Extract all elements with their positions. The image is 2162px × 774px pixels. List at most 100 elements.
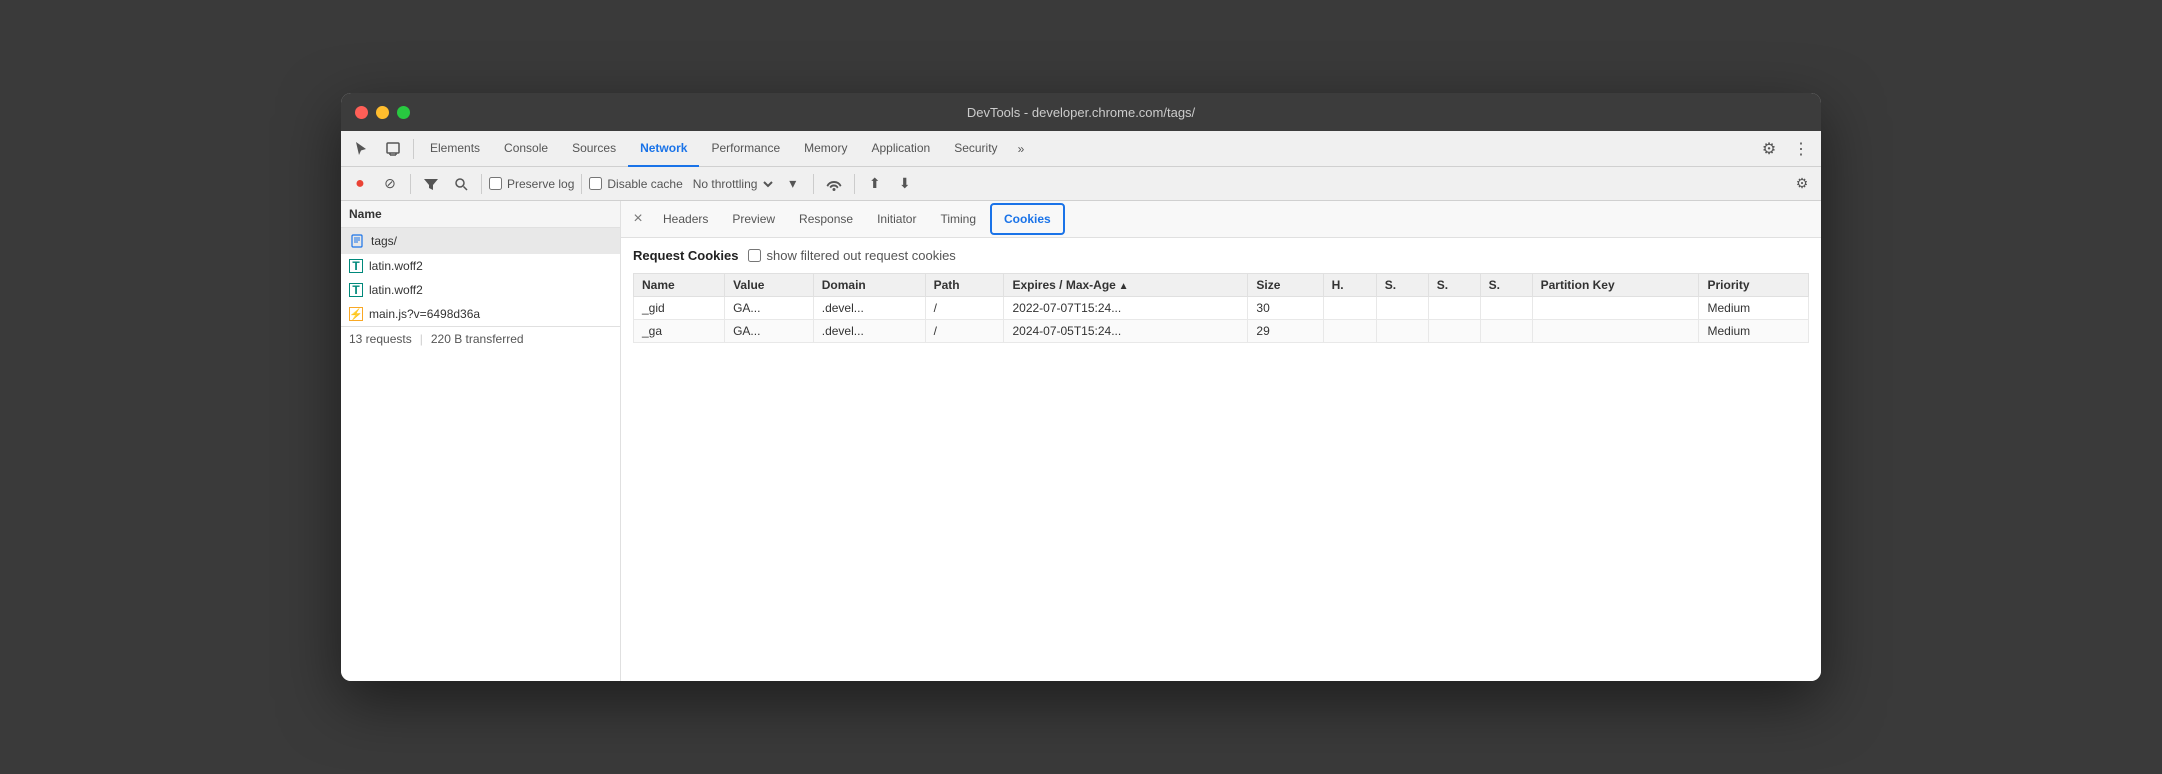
show-filtered-input[interactable] — [748, 249, 761, 262]
upload-icon[interactable]: ⬆ — [862, 171, 888, 197]
tab-timing[interactable]: Timing — [928, 203, 988, 235]
tab-network[interactable]: Network — [628, 131, 699, 167]
tab-separator-1 — [413, 139, 414, 159]
download-icon[interactable]: ⬇ — [892, 171, 918, 197]
tab-headers[interactable]: Headers — [651, 203, 720, 235]
network-toolbar: ● ⊘ Preserve log Disable cache No thrott… — [341, 167, 1821, 201]
cell-s3 — [1480, 297, 1532, 320]
disable-cache-input[interactable] — [589, 177, 602, 190]
sidebar-item-tags[interactable]: tags/ — [341, 228, 620, 254]
disable-cache-checkbox[interactable]: Disable cache — [589, 177, 682, 191]
filter-icon[interactable] — [418, 171, 444, 197]
col-value[interactable]: Value — [725, 274, 814, 297]
inspect-icon[interactable] — [378, 134, 408, 164]
sidebar-item-latin2[interactable]: T latin.woff2 — [341, 278, 620, 302]
toolbar-separator-1 — [410, 174, 411, 194]
cell-s1 — [1376, 297, 1428, 320]
col-s1[interactable]: S. — [1376, 274, 1428, 297]
tab-initiator[interactable]: Initiator — [865, 203, 928, 235]
table-row[interactable]: _gaGA....devel.../2024-07-05T15:24...29M… — [634, 320, 1809, 343]
cookies-table: Name Value Domain Path Expires / Max-Age… — [633, 273, 1809, 343]
col-s3[interactable]: S. — [1480, 274, 1532, 297]
cell-priority: Medium — [1699, 297, 1809, 320]
devtools-window: DevTools - developer.chrome.com/tags/ El… — [341, 93, 1821, 681]
title-bar: DevTools - developer.chrome.com/tags/ — [341, 93, 1821, 131]
cell-s3 — [1480, 320, 1532, 343]
col-path[interactable]: Path — [925, 274, 1004, 297]
tab-cookies[interactable]: Cookies — [990, 203, 1065, 235]
cell-value: GA... — [725, 320, 814, 343]
cell-partition_key — [1532, 320, 1699, 343]
tab-sources[interactable]: Sources — [560, 131, 628, 167]
cell-value: GA... — [725, 297, 814, 320]
font-icon-2: T — [349, 283, 363, 297]
tab-console[interactable]: Console — [492, 131, 560, 167]
tab-security[interactable]: Security — [942, 131, 1009, 167]
sidebar-item-mainjs[interactable]: ⚡ main.js?v=6498d36a — [341, 302, 620, 326]
col-s2[interactable]: S. — [1428, 274, 1480, 297]
settings-icon[interactable]: ⚙ — [1754, 134, 1784, 164]
col-size[interactable]: Size — [1248, 274, 1323, 297]
cell-expires: 2024-07-05T15:24... — [1004, 320, 1248, 343]
col-domain[interactable]: Domain — [813, 274, 925, 297]
preserve-log-checkbox[interactable]: Preserve log — [489, 177, 574, 191]
tab-preview[interactable]: Preview — [720, 203, 787, 235]
sidebar-item-label: main.js?v=6498d36a — [369, 307, 480, 321]
wifi-icon[interactable] — [821, 171, 847, 197]
cell-size: 30 — [1248, 297, 1323, 320]
cell-s2 — [1428, 297, 1480, 320]
tab-performance[interactable]: Performance — [699, 131, 792, 167]
network-settings-icon[interactable]: ⚙ — [1789, 171, 1815, 197]
cell-partition_key — [1532, 297, 1699, 320]
col-partition-key[interactable]: Partition Key — [1532, 274, 1699, 297]
window-title: DevTools - developer.chrome.com/tags/ — [967, 105, 1195, 120]
toolbar-separator-2 — [481, 174, 482, 194]
col-expires[interactable]: Expires / Max-Age — [1004, 274, 1248, 297]
maximize-button[interactable] — [397, 106, 410, 119]
document-icon — [349, 233, 365, 249]
close-button[interactable] — [355, 106, 368, 119]
minimize-button[interactable] — [376, 106, 389, 119]
preserve-log-input[interactable] — [489, 177, 502, 190]
cell-s1 — [1376, 320, 1428, 343]
sidebar-header: Name — [341, 201, 620, 228]
detail-close-button[interactable]: × — [625, 204, 651, 234]
throttle-dropdown-icon[interactable]: ▾ — [780, 171, 806, 197]
tab-elements[interactable]: Elements — [418, 131, 492, 167]
cookies-header-row: Request Cookies show filtered out reques… — [633, 248, 1809, 263]
cell-s2 — [1428, 320, 1480, 343]
col-h[interactable]: H. — [1323, 274, 1376, 297]
toolbar-separator-4 — [813, 174, 814, 194]
more-tabs-button[interactable]: » — [1010, 142, 1033, 156]
requests-count: 13 requests — [349, 332, 412, 346]
main-content: Name tags/ T latin.woff2 T latin.woff2 ⚡… — [341, 201, 1821, 681]
status-separator: | — [420, 332, 423, 346]
js-icon: ⚡ — [349, 307, 363, 321]
sidebar-item-label: latin.woff2 — [369, 259, 423, 273]
sidebar-item-label: tags/ — [371, 234, 397, 248]
sidebar-item-label: latin.woff2 — [369, 283, 423, 297]
show-filtered-checkbox[interactable]: show filtered out request cookies — [748, 248, 955, 263]
status-bar: 13 requests | 220 B transferred — [341, 326, 620, 351]
tab-memory[interactable]: Memory — [792, 131, 859, 167]
cookies-content: Request Cookies show filtered out reques… — [621, 238, 1821, 681]
cookies-title: Request Cookies — [633, 248, 738, 263]
cell-size: 29 — [1248, 320, 1323, 343]
show-filtered-label: show filtered out request cookies — [766, 248, 955, 263]
network-sidebar: Name tags/ T latin.woff2 T latin.woff2 ⚡… — [341, 201, 621, 681]
record-button[interactable]: ● — [347, 171, 373, 197]
cookies-table-header-row: Name Value Domain Path Expires / Max-Age… — [634, 274, 1809, 297]
toolbar-separator-3 — [581, 174, 582, 194]
table-row[interactable]: _gidGA....devel.../2022-07-07T15:24...30… — [634, 297, 1809, 320]
tab-application[interactable]: Application — [859, 131, 942, 167]
sidebar-item-latin1[interactable]: T latin.woff2 — [341, 254, 620, 278]
search-icon[interactable] — [448, 171, 474, 197]
col-name[interactable]: Name — [634, 274, 725, 297]
cell-h — [1323, 297, 1376, 320]
more-options-icon[interactable]: ⋮ — [1786, 134, 1816, 164]
tab-response[interactable]: Response — [787, 203, 865, 235]
throttling-select[interactable]: No throttling — [687, 176, 776, 192]
col-priority[interactable]: Priority — [1699, 274, 1809, 297]
block-requests-icon[interactable]: ⊘ — [377, 171, 403, 197]
cursor-icon[interactable] — [346, 134, 376, 164]
